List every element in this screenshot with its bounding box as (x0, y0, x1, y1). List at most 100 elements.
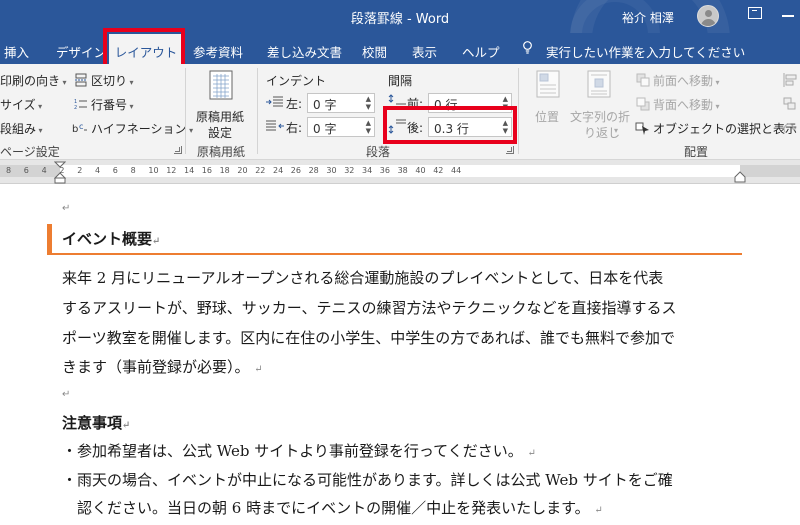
ruler-number: 4 (95, 166, 101, 175)
manuscript-paper-icon (209, 70, 233, 100)
body-line[interactable]: するアスリートが、野球、サッカー、テニスの練習方法やテクニックなどを直接指導する… (62, 297, 677, 318)
indent-right-spinner[interactable]: 0 字 ▲ ▼ (307, 117, 375, 137)
ruler-number: 4 (41, 166, 47, 175)
indent-left-icon (266, 96, 283, 107)
spacing-header: 間隔 (388, 74, 413, 88)
horizontal-ruler[interactable]: 8 6 4 2 2 4 6 8 10 12 14 16 18 20 22 24 26 28 30 32 34 36 38 40… (0, 160, 800, 184)
group-separator (185, 68, 186, 154)
tab-view[interactable]: 表示 (412, 42, 437, 61)
ruler-number: 28 (308, 166, 319, 175)
right-indent-marker-icon[interactable] (734, 171, 746, 183)
ruler-number: 18 (219, 166, 230, 175)
tab-review[interactable]: 校閲 (362, 42, 387, 61)
print-direction-button[interactable]: 印刷の向き ▾ (0, 72, 67, 89)
heading-text: 注意事項 (62, 414, 123, 432)
paragraph-mark: ↵ (254, 364, 263, 375)
send-backward-icon (636, 97, 650, 111)
paragraph-group-label: 段落 (366, 145, 391, 159)
size-button[interactable]: サイズ ▾ (0, 96, 42, 113)
indent-right-label: 右: (286, 121, 303, 135)
bring-forward-label: 前面へ移動 (653, 74, 714, 88)
bullet-text: ・参加希望者は、公式 Web サイトより事前登録を行ってください。 (62, 442, 523, 460)
avatar[interactable] (697, 5, 719, 27)
ruler-number: 14 (184, 166, 195, 175)
ruler-number: 40 (415, 166, 426, 175)
print-direction-label: 印刷の向き (0, 74, 61, 88)
bullet-item-continuation[interactable]: 認ください。当日の朝 6 時までにイベントの開催／中止を発表いたします。 ↵ (62, 497, 603, 518)
wrap-text-button[interactable]: 文字列の折 り返し ▾ (570, 68, 632, 140)
bullet-item[interactable]: ・雨天の場合、イベントが中止になる可能性があります。詳しくは公式 Web サイト… (62, 469, 673, 490)
ruler-number: 22 (255, 166, 266, 175)
page-setup-group-label: ページ設定 (0, 145, 60, 159)
ruler-number: 6 (112, 166, 118, 175)
line-numbers-button[interactable]: 行番号 ▾ (91, 96, 134, 113)
heading-notes[interactable]: 注意事項↵ (62, 412, 130, 433)
ruler-number: 34 (362, 166, 373, 175)
position-icon (536, 70, 560, 98)
ruler-number: 24 (273, 166, 284, 175)
ruler-number: 16 (201, 166, 212, 175)
tab-insert[interactable]: 挿入 (4, 42, 29, 61)
breaks-button[interactable]: 区切り ▾ (91, 72, 134, 89)
tell-me-search[interactable]: 実行したい作業を入力してください (546, 42, 745, 61)
body-line[interactable]: ポーツ教室を開催します。区内に在住の小学生、中学生の方であれば、誰でも無料で参加… (62, 327, 675, 348)
ruler-number: 6 (23, 166, 29, 175)
position-button[interactable]: 位置 (526, 68, 570, 140)
ruler-number: 2 (59, 166, 65, 175)
tab-help[interactable]: ヘルプ (462, 42, 500, 61)
group-objects-icon[interactable] (782, 97, 798, 111)
hyphenation-button[interactable]: ハイフネーション ▾ (91, 120, 193, 137)
user-name[interactable]: 裕介 相澤 (622, 9, 674, 26)
bullet-item[interactable]: ・参加希望者は、公式 Web サイトより事前登録を行ってください。 ↵ (62, 440, 536, 461)
indent-left-label: 左: (286, 97, 303, 111)
paragraph-mark: ↵ (62, 203, 71, 214)
ruler-right-margin (740, 165, 800, 177)
indent-left-value: 0 字 (313, 98, 337, 112)
ruler-number: 8 (6, 166, 12, 175)
body-line[interactable]: 来年 2 月にリニューアルオープンされる総合運動施設のプレイベントとして、日本を… (62, 267, 663, 288)
body-line[interactable]: きます（事前登録が必要）。 ↵ (62, 356, 263, 377)
line-numbers-label: 行番号 (91, 98, 128, 112)
paragraph-mark: ↵ (122, 420, 131, 431)
tab-design[interactable]: デザイン (56, 42, 106, 61)
bring-forward-button[interactable]: 前面へ移動 ▾ (653, 72, 720, 89)
send-backward-button[interactable]: 背面へ移動 ▾ (653, 96, 720, 113)
breaks-icon (75, 73, 87, 87)
ribbon-display-options-icon[interactable] (748, 7, 762, 19)
spinner-arrows-icon[interactable]: ▲ ▼ (366, 95, 371, 111)
heading-event-overview[interactable]: イベント概要↵ (62, 228, 160, 249)
minimize-icon[interactable] (782, 15, 794, 17)
paragraph-dialog-launcher-icon[interactable] (506, 146, 514, 154)
selection-pane-button[interactable]: オブジェクトの選択と表示 (653, 120, 797, 137)
paragraph-mark: ↵ (527, 448, 536, 459)
body-line-text: きます（事前登録が必要）。 (62, 358, 250, 376)
rotate-icon[interactable] (782, 121, 798, 135)
manuscript-settings-button[interactable]: 原稿用紙 設定 (190, 68, 252, 140)
ruler-number: 8 (130, 166, 136, 175)
indent-left-spinner[interactable]: 0 字 ▲ ▼ (307, 93, 375, 113)
columns-button[interactable]: 段組み ▾ (0, 120, 43, 137)
group-separator (257, 68, 258, 154)
hyphenation-label: ハイフネーション (91, 122, 187, 136)
ruler-number: 30 (326, 166, 337, 175)
ruler-number: 10 (148, 166, 159, 175)
ruler-number: 44 (451, 166, 462, 175)
svg-text:2: 2 (74, 105, 77, 111)
page-setup-dialog-launcher-icon[interactable] (174, 146, 182, 154)
line-numbers-icon: 12 (74, 99, 87, 111)
hyphenation-icon: bc (72, 122, 87, 135)
ruler-number: 36 (379, 166, 390, 175)
columns-label: 段組み (0, 122, 37, 136)
indent-right-value: 0 字 (313, 122, 337, 136)
tab-mailings[interactable]: 差し込み文書 (267, 42, 342, 61)
spacing-after-highlight-annotation (383, 106, 517, 144)
wrap-text-label-line1: 文字列の折 (570, 110, 631, 124)
svg-text:b: b (72, 124, 78, 135)
indent-header: インデント (266, 74, 327, 88)
manuscript-label-line2: 設定 (208, 126, 233, 140)
tab-references[interactable]: 参考資料 (193, 42, 243, 61)
send-backward-label: 背面へ移動 (653, 98, 714, 112)
align-icon[interactable] (782, 73, 798, 87)
arrange-group-label: 配置 (684, 145, 709, 159)
spinner-arrows-icon[interactable]: ▲ ▼ (366, 119, 371, 135)
